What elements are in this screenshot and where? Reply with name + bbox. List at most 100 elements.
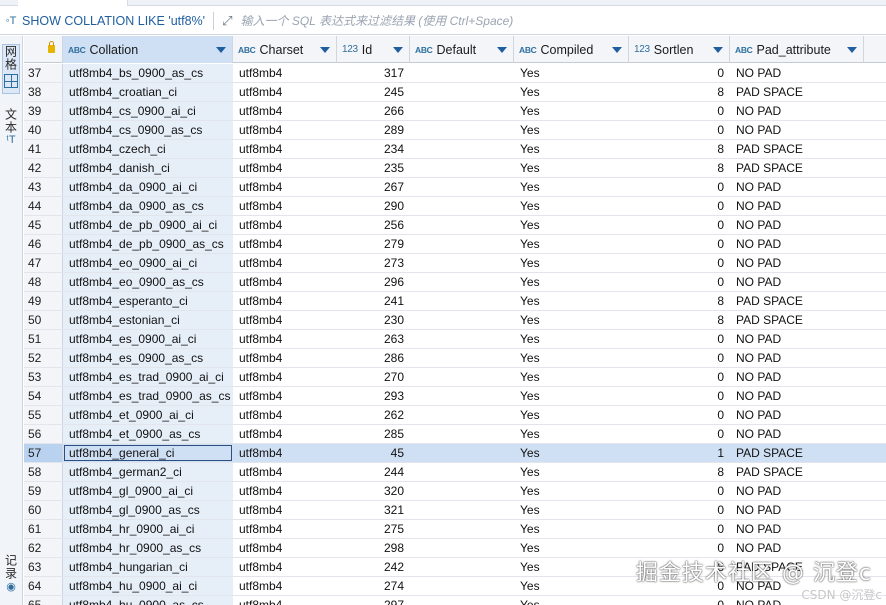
table-row[interactable]: 52 utf8mb4_es_0900_as_cs utf8mb4 286 Yes 0 NO … [24,349,886,368]
cell-id[interactable]: 266 [337,102,410,120]
column-header-pad-attribute[interactable]: ABC Pad_attribute [730,36,864,63]
row-number[interactable]: 59 [24,482,63,500]
record-view-button[interactable]: 记录 ◉ [2,554,20,602]
cell-collation[interactable]: utf8mb4_hu_0900_as_cs [63,596,233,605]
cell-default[interactable] [410,83,514,101]
cell-compiled[interactable]: Yes [514,577,629,595]
cell-charset[interactable]: utf8mb4 [233,311,337,329]
row-number[interactable]: 53 [24,368,63,386]
cell-id[interactable]: 235 [337,159,410,177]
cell-pad-attribute[interactable]: NO PAD [730,368,864,386]
cell-charset[interactable]: utf8mb4 [233,292,337,310]
table-row[interactable]: 50 utf8mb4_estonian_ci utf8mb4 230 Yes 8 PAD S… [24,311,886,330]
cell-id[interactable]: 279 [337,235,410,253]
cell-collation[interactable]: utf8mb4_czech_ci [63,140,233,158]
row-number[interactable]: 50 [24,311,63,329]
cell-default[interactable] [410,539,514,557]
cell-compiled[interactable]: Yes [514,330,629,348]
cell-pad-attribute[interactable]: NO PAD [730,330,864,348]
cell-collation[interactable]: utf8mb4_eo_0900_ai_ci [63,254,233,272]
cell-default[interactable] [410,178,514,196]
cell-sortlen[interactable]: 0 [629,254,730,272]
cell-pad-attribute[interactable]: NO PAD [730,349,864,367]
cell-charset[interactable]: utf8mb4 [233,520,337,538]
row-number[interactable]: 55 [24,406,63,424]
cell-id[interactable]: 267 [337,178,410,196]
row-number[interactable]: 56 [24,425,63,443]
table-row[interactable]: 40 utf8mb4_cs_0900_as_cs utf8mb4 289 Yes 0 NO … [24,121,886,140]
cell-collation[interactable]: utf8mb4_da_0900_as_cs [63,197,233,215]
row-number[interactable]: 42 [24,159,63,177]
table-row[interactable]: 39 utf8mb4_cs_0900_ai_ci utf8mb4 266 Yes 0 NO … [24,102,886,121]
cell-sortlen[interactable]: 0 [629,121,730,139]
cell-sortlen[interactable]: 1 [629,444,730,462]
cell-sortlen[interactable]: 0 [629,482,730,500]
cell-id[interactable]: 290 [337,197,410,215]
cell-sortlen[interactable]: 8 [629,292,730,310]
cell-charset[interactable]: utf8mb4 [233,140,337,158]
table-row[interactable]: 58 utf8mb4_german2_ci utf8mb4 244 Yes 8 PAD SP… [24,463,886,482]
cell-collation[interactable]: utf8mb4_gl_0900_as_cs [63,501,233,519]
cell-compiled[interactable]: Yes [514,596,629,605]
cell-charset[interactable]: utf8mb4 [233,577,337,595]
cell-pad-attribute[interactable]: NO PAD [730,121,864,139]
chevron-down-icon[interactable] [612,47,622,53]
table-row[interactable]: 60 utf8mb4_gl_0900_as_cs utf8mb4 321 Yes 0 NO … [24,501,886,520]
table-row[interactable]: 45 utf8mb4_de_pb_0900_ai_ci utf8mb4 256 Yes 0… [24,216,886,235]
table-row[interactable]: 46 utf8mb4_de_pb_0900_as_cs utf8mb4 279 Yes 0… [24,235,886,254]
cell-compiled[interactable]: Yes [514,444,629,462]
cell-sortlen[interactable]: 0 [629,102,730,120]
cell-compiled[interactable]: Yes [514,140,629,158]
cell-default[interactable] [410,254,514,272]
chevron-down-icon[interactable] [847,47,857,53]
cell-compiled[interactable]: Yes [514,64,629,82]
row-number[interactable]: 60 [24,501,63,519]
cell-pad-attribute[interactable]: NO PAD [730,406,864,424]
cell-charset[interactable]: utf8mb4 [233,406,337,424]
cell-id[interactable]: 274 [337,577,410,595]
cell-collation[interactable]: utf8mb4_estonian_ci [63,311,233,329]
row-number[interactable]: 64 [24,577,63,595]
cell-default[interactable] [410,558,514,576]
cell-sortlen[interactable]: 0 [629,64,730,82]
cell-default[interactable] [410,311,514,329]
cell-collation[interactable]: utf8mb4_es_0900_ai_ci [63,330,233,348]
cell-collation[interactable]: utf8mb4_german2_ci [63,463,233,481]
cell-charset[interactable]: utf8mb4 [233,254,337,272]
filter-input[interactable]: 输入一个 SQL 表达式来过滤结果 (使用 Ctrl+Space) [240,12,513,29]
column-header-collation[interactable]: ABC Collation [63,36,233,63]
cell-sortlen[interactable]: 8 [629,463,730,481]
cell-sortlen[interactable]: 0 [629,197,730,215]
cell-default[interactable] [410,273,514,291]
cell-compiled[interactable]: Yes [514,273,629,291]
cell-charset[interactable]: utf8mb4 [233,159,337,177]
column-header-compiled[interactable]: ABC Compiled [514,36,629,63]
cell-compiled[interactable]: Yes [514,558,629,576]
cell-default[interactable] [410,368,514,386]
cell-id[interactable]: 320 [337,482,410,500]
table-row[interactable]: 49 utf8mb4_esperanto_ci utf8mb4 241 Yes 8 PAD … [24,292,886,311]
cell-sortlen[interactable]: 8 [629,140,730,158]
cell-id[interactable]: 286 [337,349,410,367]
cell-default[interactable] [410,159,514,177]
cell-compiled[interactable]: Yes [514,501,629,519]
query-text[interactable]: SHOW COLLATION LIKE 'utf8%' [22,14,205,28]
cell-id[interactable]: 262 [337,406,410,424]
cell-charset[interactable]: utf8mb4 [233,387,337,405]
cell-default[interactable] [410,406,514,424]
cell-compiled[interactable]: Yes [514,254,629,272]
cell-pad-attribute[interactable]: NO PAD [730,216,864,234]
cell-compiled[interactable]: Yes [514,197,629,215]
row-number[interactable]: 57 [24,444,63,462]
grid-view-button[interactable]: 网格 [2,44,20,94]
cell-id[interactable]: 321 [337,501,410,519]
cell-charset[interactable]: utf8mb4 [233,64,337,82]
row-number-header[interactable] [24,36,63,63]
cell-charset[interactable]: utf8mb4 [233,558,337,576]
cell-collation[interactable]: utf8mb4_hr_0900_as_cs [63,539,233,557]
table-row[interactable]: 59 utf8mb4_gl_0900_ai_ci utf8mb4 320 Yes 0 NO … [24,482,886,501]
chevron-down-icon[interactable] [713,47,723,53]
cell-default[interactable] [410,425,514,443]
row-number[interactable]: 63 [24,558,63,576]
cell-sortlen[interactable]: 0 [629,368,730,386]
